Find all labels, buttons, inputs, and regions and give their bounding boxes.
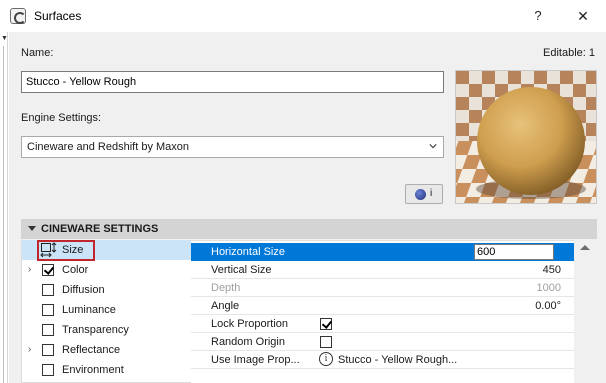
horizontal-size-input[interactable] bbox=[474, 244, 554, 260]
channel-item-diffusion[interactable]: Diffusion bbox=[22, 280, 192, 300]
channel-item-environment[interactable]: Environment bbox=[22, 360, 192, 380]
channel-label: Environment bbox=[62, 364, 124, 376]
channel-checkbox[interactable] bbox=[42, 304, 54, 316]
lock-proportion-checkbox[interactable] bbox=[320, 318, 332, 330]
name-label: Name: bbox=[21, 47, 54, 59]
channel-label: Reflectance bbox=[62, 344, 121, 356]
chevron-down-icon bbox=[429, 144, 437, 149]
channel-checkbox[interactable] bbox=[42, 364, 54, 376]
cinema4d-logo-icon bbox=[415, 189, 426, 200]
channel-item-size[interactable]: Size bbox=[22, 240, 192, 261]
surface-name-input[interactable] bbox=[21, 71, 444, 93]
channel-item-luminance[interactable]: Luminance bbox=[22, 300, 192, 320]
channel-label: Transparency bbox=[62, 324, 129, 336]
prop-label: Random Origin bbox=[211, 336, 285, 348]
material-preview bbox=[455, 70, 597, 204]
title-bar: Surfaces ? ✕ bbox=[0, 0, 606, 32]
highlight-frame bbox=[37, 240, 95, 261]
channel-label: Luminance bbox=[62, 304, 116, 316]
surface-settings-panel: Name: Editable: 1 Engine Settings: Cinew… bbox=[9, 32, 606, 383]
prop-label: Use Image Prop... bbox=[211, 354, 300, 366]
vertical-scrollbar[interactable] bbox=[574, 240, 597, 383]
prop-row-lock-proportion[interactable]: Lock Proportion bbox=[191, 315, 574, 333]
random-origin-checkbox[interactable] bbox=[320, 336, 332, 348]
prop-value[interactable]: Stucco - Yellow Rough... bbox=[338, 354, 457, 366]
info-icon[interactable]: i bbox=[319, 352, 333, 366]
section-title: CINEWARE SETTINGS bbox=[41, 223, 159, 235]
edge-divider bbox=[3, 46, 4, 383]
left-edge-strip: ▼ bbox=[0, 32, 8, 383]
expand-arrow-icon[interactable]: › bbox=[28, 344, 31, 355]
engine-selected-value: Cineware and Redshift by Maxon bbox=[27, 141, 190, 153]
prop-value: 1000 bbox=[536, 282, 561, 294]
collapse-arrow-icon bbox=[28, 226, 36, 231]
prop-label: Horizontal Size bbox=[211, 246, 285, 258]
editable-count: Editable: 1 bbox=[543, 47, 595, 59]
help-button[interactable]: ? bbox=[528, 6, 548, 26]
window-title: Surfaces bbox=[34, 9, 82, 23]
channel-checkbox[interactable] bbox=[42, 324, 54, 336]
expand-arrow-icon[interactable]: › bbox=[28, 264, 31, 275]
prop-label: Vertical Size bbox=[211, 264, 272, 276]
app-icon bbox=[10, 8, 26, 24]
channel-item-reflectance[interactable]: › Reflectance bbox=[22, 340, 192, 360]
prop-row-use-image-prop[interactable]: Use Image Prop... i Stucco - Yellow Roug… bbox=[191, 351, 574, 369]
prop-label: Lock Proportion bbox=[211, 318, 289, 330]
prop-label: Depth bbox=[211, 282, 241, 294]
prop-value[interactable]: 0.00° bbox=[535, 300, 561, 312]
prop-row-angle[interactable]: Angle 0.00° bbox=[191, 297, 574, 315]
collapse-marker-icon: ▼ bbox=[1, 35, 8, 42]
property-grid: Horizontal Size Vertical Size 450 Depth … bbox=[191, 240, 574, 383]
prop-row-depth: Depth 1000 bbox=[191, 279, 574, 297]
cineware-settings-header[interactable]: CINEWARE SETTINGS bbox=[21, 219, 597, 239]
prop-row-horizontal-size[interactable]: Horizontal Size bbox=[191, 243, 574, 261]
channel-item-color[interactable]: › Color bbox=[22, 260, 192, 280]
cineware-info-button[interactable]: i bbox=[405, 184, 443, 204]
info-icon: i bbox=[430, 188, 433, 199]
close-button[interactable]: ✕ bbox=[572, 6, 594, 26]
channel-checkbox[interactable] bbox=[42, 344, 54, 356]
channel-label: Color bbox=[62, 264, 89, 276]
engine-settings-select[interactable]: Cineware and Redshift by Maxon bbox=[21, 136, 444, 158]
engine-settings-label: Engine Settings: bbox=[21, 112, 102, 124]
prop-label: Angle bbox=[211, 300, 240, 312]
prop-value[interactable]: 450 bbox=[543, 264, 561, 276]
scroll-up-arrow-icon[interactable] bbox=[580, 245, 590, 250]
channel-checkbox[interactable] bbox=[42, 264, 54, 276]
channel-checkbox[interactable] bbox=[42, 284, 54, 296]
prop-row-vertical-size[interactable]: Vertical Size 450 bbox=[191, 261, 574, 279]
prop-row-random-origin[interactable]: Random Origin bbox=[191, 333, 574, 351]
channel-item-transparency[interactable]: Transparency bbox=[22, 320, 192, 340]
channel-label: Diffusion bbox=[62, 284, 105, 296]
channel-list: Size › Color Diffusion Luminance Transpa… bbox=[21, 240, 192, 383]
